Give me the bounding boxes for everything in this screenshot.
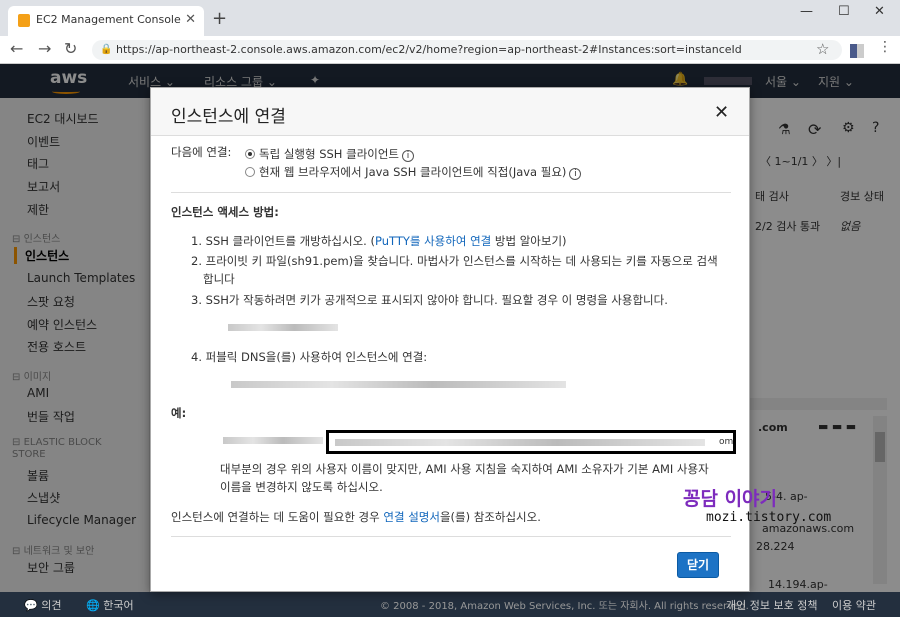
option-standalone-ssh[interactable]: 독립 실행형 SSH 클라이언트 i (245, 146, 415, 162)
new-tab-icon[interactable]: + (212, 8, 227, 29)
ssh-command-prefix-redacted (223, 437, 323, 444)
terms-link[interactable]: 이용 약관 (832, 597, 876, 613)
example-label: 예: (171, 406, 187, 420)
watermark-url: mozi.tistory.com (706, 510, 832, 525)
example-command-box[interactable]: om (326, 430, 736, 454)
connect-label: 다음에 연결: (171, 145, 232, 159)
copyright: © 2008 - 2018, Amazon Web Services, Inc.… (380, 601, 749, 612)
forward-icon[interactable]: → (38, 39, 51, 58)
maximize-icon[interactable]: ☐ (838, 4, 850, 19)
step-2: 2. 프라이빗 키 파일(sh91.pem)을 찾습니다. 마법사가 인스턴스를… (191, 254, 718, 268)
modal-header: 인스턴스에 연결 ✕ (151, 88, 749, 136)
privacy-link[interactable]: 개인 정보 보호 정책 (726, 597, 817, 613)
help-text: 인스턴스에 연결하는 데 도움이 필요한 경우 연결 설명서을(를) 참조하십시… (171, 510, 541, 524)
info-icon[interactable]: i (569, 168, 582, 180)
radio-icon[interactable] (245, 167, 255, 177)
url-input[interactable]: 🔒 https://ap-northeast-2.console.aws.ama… (92, 40, 842, 60)
minimize-icon[interactable]: — (800, 4, 813, 19)
bookmark-star-icon[interactable]: ☆ (816, 40, 829, 58)
aws-favicon-icon (18, 14, 30, 27)
feedback-link[interactable]: 💬 의견 (24, 597, 61, 613)
reload-icon[interactable]: ↻ (64, 39, 77, 58)
chmod-command-redacted (228, 324, 338, 331)
divider (171, 536, 731, 537)
address-bar-row: ← → ↻ 🔒 https://ap-northeast-2.console.a… (0, 36, 900, 64)
browser-tab-bar: EC2 Management Console ✕ + — ☐ ✕ (0, 0, 900, 36)
tab-close-icon[interactable]: ✕ (185, 12, 196, 27)
connect-instance-modal: 인스턴스에 연결 ✕ 다음에 연결: 독립 실행형 SSH 클라이언트 i 현재 … (150, 87, 750, 592)
command-suffix: om (719, 437, 734, 447)
connect-guide-link[interactable]: 연결 설명서 (383, 510, 440, 524)
public-dns-redacted (231, 381, 566, 388)
window-close-icon[interactable]: ✕ (874, 4, 885, 19)
close-button[interactable]: 닫기 (677, 552, 719, 578)
putty-link[interactable]: PuTTY를 사용하여 연결 (375, 234, 491, 248)
access-heading: 인스턴스 액세스 방법: (171, 205, 279, 219)
language-selector[interactable]: 🌐 한국어 (86, 597, 134, 613)
step-4: 4. 퍼블릭 DNS을(를) 사용하여 인스턴스에 연결: (191, 350, 428, 364)
browser-tab[interactable]: EC2 Management Console ✕ (8, 6, 204, 36)
divider (171, 192, 731, 193)
step-2-cont: 합니다 (203, 272, 235, 286)
extension-icon[interactable] (850, 44, 864, 58)
aws-footer: 💬 의견 🌐 한국어 © 2008 - 2018, Amazon Web Ser… (0, 592, 900, 617)
lock-icon: 🔒 (100, 44, 113, 55)
radio-selected-icon[interactable] (245, 149, 255, 159)
modal-title: 인스턴스에 연결 (171, 107, 286, 127)
back-icon[interactable]: ← (10, 39, 23, 58)
browser-menu-icon[interactable]: ⋮ (878, 39, 892, 55)
modal-close-icon[interactable]: ✕ (714, 102, 729, 123)
step-3: 3. SSH가 작동하려면 키가 공개적으로 표시되지 않아야 합니다. 필요할… (191, 293, 668, 307)
ssh-command-redacted (335, 439, 705, 446)
note-line-2: 이름을 변경하지 않도록 하십시오. (220, 480, 383, 494)
url-text: https://ap-northeast-2.console.aws.amazo… (116, 43, 742, 56)
option-java-ssh[interactable]: 현재 웹 브라우저에서 Java SSH 클라이언트에 직접(Java 필요) i (245, 164, 582, 180)
watermark-title: 꽁담 이야기 (683, 488, 778, 510)
step-1: 1. SSH 클라이언트를 개방하십시오. (PuTTY를 사용하여 연결 방법… (191, 234, 567, 248)
tab-title: EC2 Management Console (36, 13, 181, 26)
info-icon[interactable]: i (402, 150, 415, 162)
note-line-1: 대부분의 경우 위의 사용자 이름이 맞지만, AMI 사용 지침을 숙지하여 … (220, 462, 709, 476)
